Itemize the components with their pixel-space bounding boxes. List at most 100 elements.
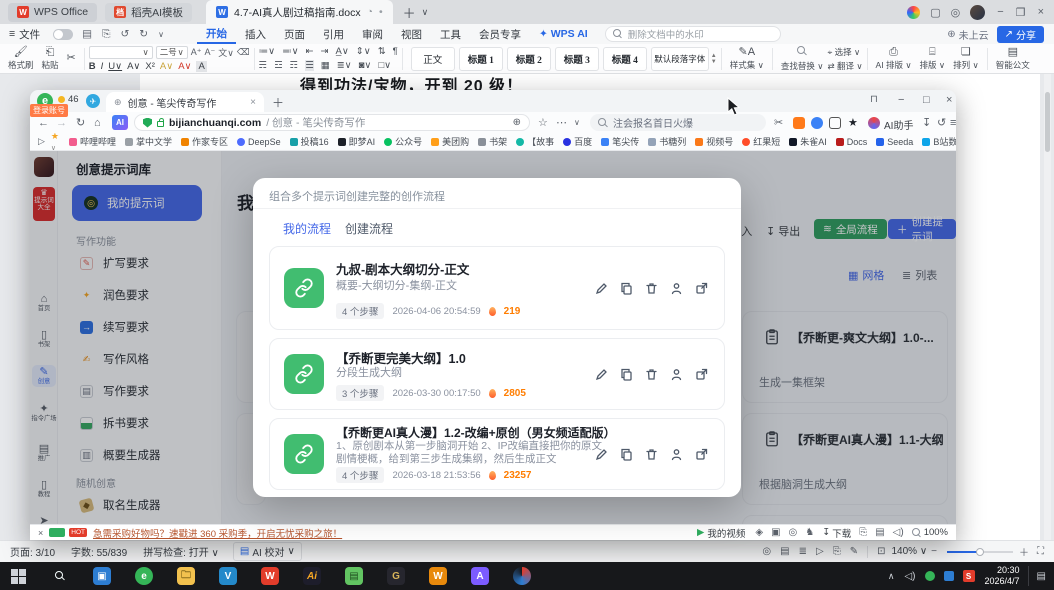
highlight-button[interactable]: A∨ [160, 61, 173, 72]
open-external-button[interactable] [694, 281, 708, 295]
status-theme-icon[interactable]: ◎ [762, 546, 771, 557]
wps-minimize-button[interactable]: − [997, 6, 1003, 18]
taskbar-app-notes[interactable]: ▤ [342, 564, 366, 588]
screenshot-scissors-icon[interactable]: ✂ [774, 116, 783, 129]
new-tab-button[interactable]: ＋ [403, 3, 416, 22]
menu-tab-tools[interactable]: 工具 [431, 24, 470, 44]
plugin-star-icon[interactable]: ★ [848, 116, 858, 129]
delete-button[interactable] [644, 367, 658, 381]
paper-plane-icon[interactable]: ✈ [86, 94, 100, 108]
find-replace-button[interactable]: 查找替换 ∨ [777, 46, 828, 72]
text-effect-icon[interactable]: 文∨ [218, 46, 234, 59]
zoom-level[interactable]: 140% ∨ [891, 546, 927, 557]
blue-extension-icon[interactable] [811, 117, 823, 129]
layout-switch-icon[interactable]: ▢ [930, 6, 940, 19]
paste-button[interactable]: ⎗粘贴 [38, 47, 63, 71]
bookmark-item[interactable]: 笔尖传 [601, 135, 639, 148]
bookmark-item[interactable]: 作家专区 [181, 135, 228, 148]
number-list-icon[interactable]: ≕∨ [282, 46, 298, 57]
bookmark-item[interactable]: 【故事 [516, 135, 554, 148]
cut-button[interactable]: ✂ [63, 53, 80, 64]
menu-tab-insert[interactable]: 插入 [236, 24, 275, 44]
extensions-icon[interactable]: ▣ [771, 527, 780, 538]
browser-new-tab-button[interactable]: ＋ [272, 94, 284, 111]
paragraph-layout-icon[interactable]: ≣∨ [337, 60, 352, 71]
browser-menu-icon[interactable]: ≡ [950, 117, 956, 129]
select-button[interactable]: ⌖ 选择 ∨ [827, 46, 862, 58]
share-user-button[interactable] [669, 281, 683, 295]
home-button[interactable]: ⌂ [94, 117, 101, 129]
wps-restore-button[interactable]: ❐ [1016, 6, 1026, 19]
tab-my-flows[interactable]: 我的流程 [283, 220, 331, 237]
clear-format-icon[interactable]: ⌫ [237, 47, 250, 58]
bookmark-item[interactable]: 视频号 [695, 135, 733, 148]
wps-home-tab[interactable]: WWPS Office [8, 3, 97, 22]
cleaner-icon[interactable]: ◎ [789, 527, 798, 538]
tray-input-icon[interactable] [944, 571, 954, 581]
smart-doc-button[interactable]: ▤智能公文 [992, 47, 1034, 71]
game-icon[interactable]: ♞ [805, 527, 814, 538]
print-icon[interactable]: ⎘ [102, 28, 110, 41]
bookmark-item[interactable]: Docs [836, 137, 868, 147]
skin-icon[interactable]: ◎ [951, 6, 961, 19]
url-bar[interactable]: bijianchuanqi.com / 创意 - 笔尖传奇写作 ⊕ [134, 114, 530, 131]
style-heading1[interactable]: 标题 1 [459, 47, 503, 71]
forward-button[interactable]: → [56, 117, 67, 129]
align-left-icon[interactable]: ☴ [259, 60, 268, 71]
style-heading4[interactable]: 标题 4 [603, 47, 647, 71]
browser-ai-icon[interactable]: AI [112, 115, 128, 130]
edit-button[interactable] [594, 447, 608, 461]
sidebar-toggle-icon[interactable]: ▷ [38, 136, 45, 147]
save-icon[interactable]: ▤ [82, 28, 92, 40]
download-manager-button[interactable]: ↧下载 [822, 526, 851, 540]
copy-button[interactable] [619, 447, 633, 461]
font-size-select[interactable]: 二号∨ [156, 46, 188, 59]
style-set-button[interactable]: ✎A样式集 ∨ [726, 47, 768, 71]
style-normal[interactable]: 正文 [411, 47, 455, 71]
share-user-button[interactable] [669, 367, 683, 381]
taskbar-app-w-orange[interactable]: W [426, 564, 450, 588]
format-painter-button[interactable]: 🖌格式刷 [4, 47, 38, 71]
justify-icon[interactable]: ☰ [305, 60, 314, 71]
layout-button[interactable]: ⌸排版 ∨ [916, 47, 950, 71]
ai-proofread-button[interactable]: ▤AI 校对 ∨ [233, 542, 302, 561]
bookmark-item[interactable]: B站数 [922, 135, 956, 148]
font-color-button[interactable]: A∨ [178, 61, 191, 72]
tray-s-icon[interactable]: S [963, 570, 975, 582]
taskbar-app-explorer[interactable]: 🗀 [174, 564, 198, 588]
browser-pin-button[interactable]: ⊓ [870, 94, 878, 105]
bullet-list-icon[interactable]: ≔∨ [259, 46, 275, 57]
align-right-icon[interactable]: ☶ [290, 60, 299, 71]
zoom-out-button[interactable]: − [931, 546, 937, 557]
ai-assistant-icon[interactable] [868, 117, 880, 129]
zoom-in-button[interactable]: ＋ [1019, 544, 1029, 559]
delete-button[interactable] [644, 447, 658, 461]
taskbar-app-vscode[interactable]: V [216, 564, 240, 588]
fullscreen-icon[interactable]: ⛶ [1037, 546, 1044, 557]
menu-tab-member[interactable]: 会员专享 [470, 24, 530, 44]
decrease-font-icon[interactable]: A⁻ [205, 47, 216, 58]
flow-card[interactable]: 【乔断更AI真人漫】1.2-改编+原创（男女频适配版） 1、原创剧本从第一步脑洞… [269, 418, 725, 490]
taskbar-search-button[interactable] [48, 564, 72, 588]
document-scrollbar[interactable] [1044, 74, 1051, 540]
print-preview-icon[interactable]: ⎘ [833, 546, 841, 557]
notification-count[interactable]: 46 [68, 94, 79, 105]
theme-color-icon[interactable] [907, 6, 920, 19]
menu-tab-view[interactable]: 视图 [392, 24, 431, 44]
site-safety-shield-icon[interactable] [143, 118, 152, 128]
share-button[interactable]: ↗分享 [997, 26, 1044, 43]
view-outline-icon[interactable]: ≣ [799, 546, 807, 557]
user-avatar[interactable] [970, 5, 985, 20]
style-default-font[interactable]: 默认段落字体 [651, 47, 709, 71]
underline-button[interactable]: U∨ [108, 61, 122, 72]
square-extension-icon[interactable] [829, 117, 841, 129]
sort-icon[interactable]: ⇅ [378, 46, 386, 57]
menu-tab-home[interactable]: 开始 [197, 24, 236, 44]
page-zoom-button[interactable]: 100% [912, 527, 948, 538]
taskbar-app-photos[interactable]: ▣ [90, 564, 114, 588]
text-direction-icon[interactable]: A̲∨ [335, 46, 348, 57]
more-quick-chevron[interactable]: ∨ [158, 30, 164, 39]
browser-tab[interactable]: ⊕ 创意 - 笔尖传奇写作 × [106, 92, 264, 112]
copy-button[interactable] [619, 367, 633, 381]
browser-close-button[interactable]: × [946, 94, 952, 106]
